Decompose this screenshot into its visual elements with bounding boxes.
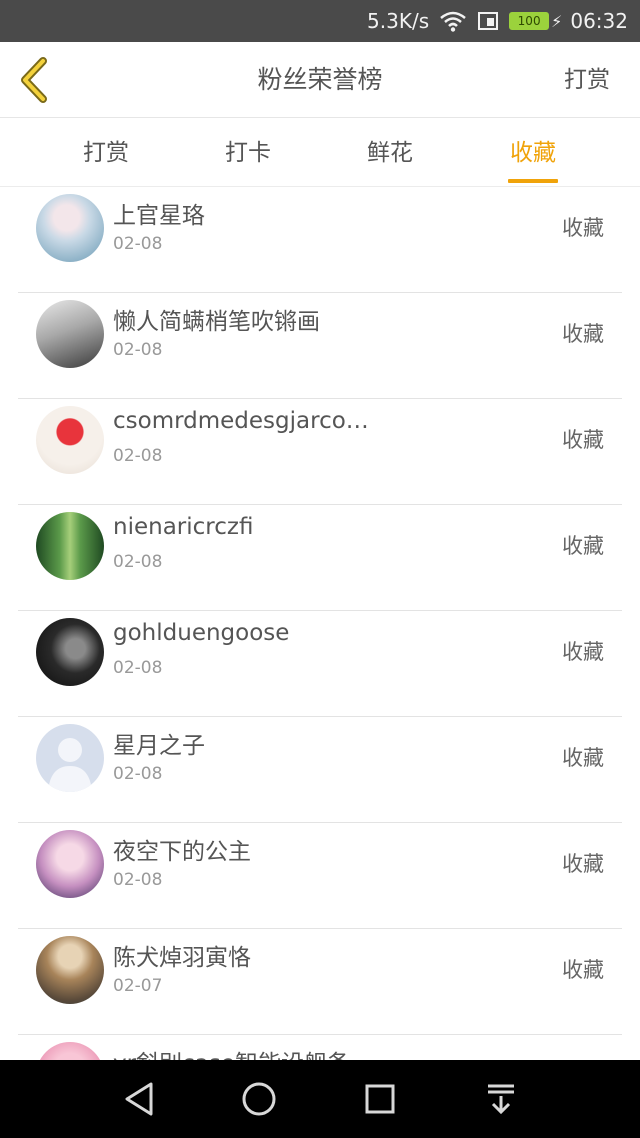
- avatar: [36, 512, 104, 580]
- system-back-button[interactable]: [119, 1079, 159, 1119]
- date: 02-08: [113, 552, 163, 572]
- list-item[interactable]: 上官星珞 02-08 收藏: [18, 188, 622, 293]
- action-label: 收藏: [562, 428, 604, 452]
- system-notification-button[interactable]: [481, 1079, 521, 1119]
- user-name: csomrdmedesgjarco…: [113, 408, 369, 434]
- wifi-icon: [439, 10, 467, 32]
- date: 02-08: [113, 340, 163, 360]
- tab-favorites[interactable]: 收藏: [483, 119, 583, 187]
- tab-checkin[interactable]: 打卡: [198, 119, 298, 187]
- back-triangle-icon: [125, 1082, 153, 1116]
- user-name: 星月之子: [113, 733, 205, 759]
- fan-ranking-list: 上官星珞 02-08 收藏 懒人简螨梢笔吹锵画 02-08 收藏 csomrdm…: [0, 188, 640, 1060]
- date: 02-08: [113, 234, 163, 254]
- recents-square-icon: [365, 1084, 395, 1114]
- network-speed: 5.3K/s: [367, 9, 430, 33]
- system-navigation-bar: [0, 1060, 640, 1138]
- list-item[interactable]: 夜空下的公主 02-08 收藏: [18, 824, 622, 929]
- reward-button[interactable]: 打赏: [564, 42, 610, 118]
- user-name: yr斜别case智能设舰备: [113, 1044, 350, 1060]
- avatar: [36, 724, 104, 792]
- default-user-icon: [48, 738, 92, 792]
- charging-icon: ⚡: [551, 11, 563, 31]
- avatar: [36, 830, 104, 898]
- tab-reward[interactable]: 打赏: [56, 119, 156, 187]
- back-button[interactable]: [12, 56, 56, 104]
- tab-flowers[interactable]: 鲜花: [340, 119, 440, 187]
- sim-icon: [477, 10, 499, 32]
- action-label: 收藏: [562, 216, 604, 240]
- list-item[interactable]: nienaricrczfi 02-08 收藏: [18, 506, 622, 611]
- list-item[interactable]: gohlduengoose 02-08 收藏: [18, 612, 622, 717]
- action-label: 收藏: [562, 322, 604, 346]
- battery-level: 100: [517, 14, 541, 28]
- top-navigation-bar: 粉丝荣誉榜 打赏: [0, 42, 640, 118]
- action-label: 收藏: [562, 746, 604, 770]
- user-name: nienaricrczfi: [113, 514, 254, 540]
- date: 02-07: [113, 976, 163, 996]
- page-title: 粉丝荣誉榜: [257, 65, 383, 94]
- avatar: [36, 406, 104, 474]
- list-item[interactable]: 星月之子 02-08 收藏: [18, 718, 622, 823]
- chevron-left-icon: [21, 57, 47, 103]
- action-label: 收藏: [562, 640, 604, 664]
- list-item[interactable]: csomrdmedesgjarco… 02-08 收藏: [18, 400, 622, 505]
- home-circle-icon: [242, 1082, 276, 1116]
- user-name: gohlduengoose: [113, 620, 290, 646]
- user-name: 懒人简螨梢笔吹锵画: [113, 309, 320, 335]
- avatar: [36, 300, 104, 368]
- battery-icon: 100: [509, 12, 550, 30]
- avatar: [36, 936, 104, 1004]
- avatar: [36, 1042, 104, 1060]
- action-label: 收藏: [562, 534, 604, 558]
- date: 02-08: [113, 870, 163, 890]
- list-item[interactable]: 陈犬焯羽寅恪 02-07 收藏: [18, 930, 622, 1035]
- user-name: 上官星珞: [113, 203, 205, 229]
- user-name: 夜空下的公主: [113, 839, 251, 865]
- notification-pull-icon: [488, 1084, 514, 1115]
- system-recents-button[interactable]: [360, 1079, 400, 1119]
- avatar: [36, 194, 104, 262]
- system-home-button[interactable]: [239, 1079, 279, 1119]
- action-label: 收藏: [562, 958, 604, 982]
- clock: 06:32: [570, 9, 628, 33]
- list-item[interactable]: 懒人简螨梢笔吹锵画 02-08 收藏: [18, 294, 622, 399]
- date: 02-08: [113, 658, 163, 678]
- status-bar: 5.3K/s 100 ⚡ 06:32: [0, 0, 640, 42]
- category-tabs: 打赏 打卡 鲜花 收藏: [0, 119, 640, 187]
- user-name: 陈犬焯羽寅恪: [113, 945, 251, 971]
- avatar: [36, 618, 104, 686]
- date: 02-08: [113, 764, 163, 784]
- date: 02-08: [113, 446, 163, 466]
- action-label: 收藏: [562, 852, 604, 876]
- list-item[interactable]: yr斜别case智能设舰备: [18, 1036, 622, 1060]
